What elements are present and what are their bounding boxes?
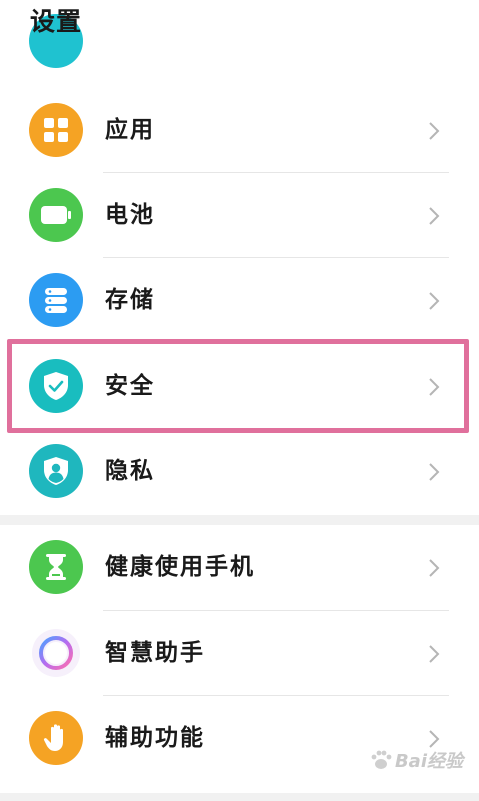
accessibility-hand-icon xyxy=(29,711,83,765)
chevron-right-icon xyxy=(429,292,440,310)
chevron-right-icon xyxy=(429,645,440,663)
storage-icon xyxy=(29,273,83,327)
chevron-right-icon xyxy=(429,122,440,140)
apps-grid-icon xyxy=(29,103,83,157)
settings-item-label: 隐私 xyxy=(105,458,155,484)
privacy-icon xyxy=(29,444,83,498)
group-separator xyxy=(0,515,479,525)
settings-item-privacy[interactable]: 隐私 xyxy=(0,429,479,513)
watermark-text: Bai经验 xyxy=(394,751,463,772)
settings-item-label: 应用 xyxy=(105,117,155,143)
page-title: 设置 xyxy=(30,7,83,36)
smart-assistant-icon xyxy=(29,626,83,680)
settings-item-label: 辅助功能 xyxy=(105,725,205,751)
hourglass-icon xyxy=(29,540,83,594)
settings-item-digital-balance[interactable]: 健康使用手机 xyxy=(0,525,479,609)
chevron-right-icon xyxy=(429,559,440,577)
chevron-right-icon xyxy=(429,207,440,225)
battery-icon xyxy=(29,188,83,242)
bottom-strip xyxy=(0,793,479,801)
paw-icon xyxy=(371,750,392,769)
settings-item-label: 健康使用手机 xyxy=(105,554,255,580)
settings-item-smart-assistant[interactable]: 智慧助手 xyxy=(0,611,479,695)
chevron-right-icon xyxy=(429,463,440,481)
settings-item-apps[interactable]: 应用 xyxy=(0,88,479,172)
chevron-right-icon xyxy=(429,730,440,748)
watermark: Bai经验 xyxy=(369,747,463,773)
settings-item-battery[interactable]: 电池 xyxy=(0,173,479,257)
settings-item-label: 存储 xyxy=(105,287,155,313)
settings-item-storage[interactable]: 存储 xyxy=(0,258,479,342)
settings-item-label: 电池 xyxy=(105,202,155,228)
settings-item-label: 智慧助手 xyxy=(105,640,205,666)
highlight-box xyxy=(7,339,469,433)
